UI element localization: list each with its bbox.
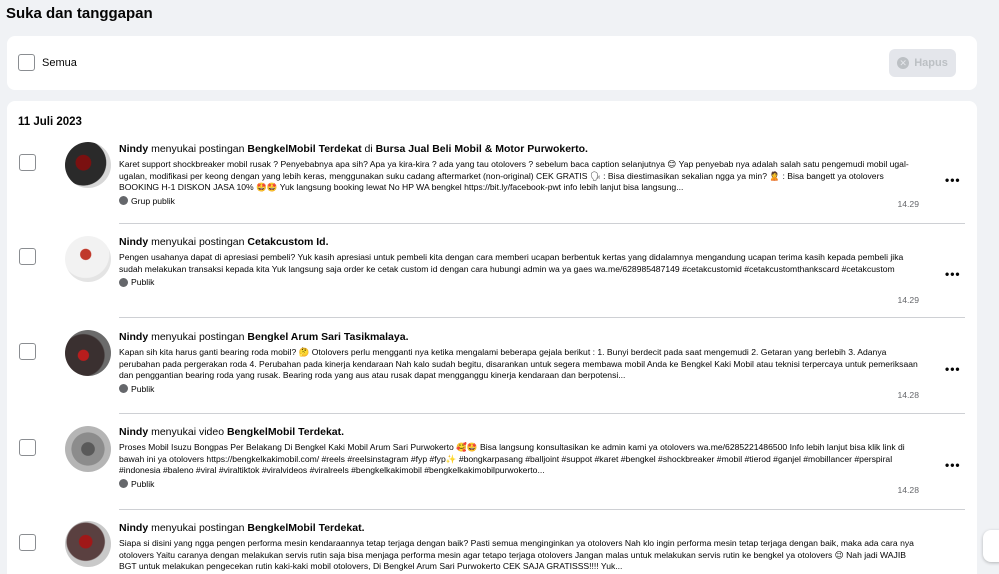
x-circle-icon: ✕ bbox=[897, 57, 910, 69]
post-thumbnail[interactable] bbox=[65, 142, 111, 188]
more-horizontal-icon[interactable]: ••• bbox=[945, 173, 961, 187]
item-headline: Nindy menyukai postingan BengkelMobil Te… bbox=[119, 522, 365, 534]
delete-button[interactable]: ✕ Hapus bbox=[889, 49, 956, 77]
divider bbox=[119, 413, 965, 414]
item-headline: Nindy menyukai postingan Bengkel Arum Sa… bbox=[119, 331, 409, 343]
privacy-label: Publik bbox=[119, 479, 919, 489]
divider bbox=[119, 317, 965, 318]
item-headline: Nindy menyukai postingan BengkelMobil Te… bbox=[119, 143, 588, 155]
more-horizontal-icon[interactable]: ••• bbox=[945, 267, 961, 281]
item-content[interactable]: Nindy menyukai postingan BengkelMobil Te… bbox=[119, 143, 919, 206]
privacy-label: Publik bbox=[119, 384, 919, 394]
item-content[interactable]: Nindy menyukai postingan Bengkel Arum Sa… bbox=[119, 331, 919, 394]
list-item: Nindy menyukai postingan Cetakcustom Id.… bbox=[7, 235, 977, 315]
activity-list: 11 Juli 2023 Nindy menyukai postingan Be… bbox=[7, 101, 977, 574]
item-text: Pengen usahanya dapat di apresiasi pembe… bbox=[119, 252, 904, 274]
item-content[interactable]: Nindy menyukai postingan Cetakcustom Id.… bbox=[119, 236, 919, 287]
list-item: Nindy menyukai postingan BengkelMobil Te… bbox=[7, 521, 977, 574]
post-thumbnail[interactable] bbox=[65, 236, 111, 282]
item-content[interactable]: Nindy menyukai video BengkelMobil Terdek… bbox=[119, 426, 919, 489]
post-thumbnail[interactable] bbox=[65, 426, 111, 472]
delete-button-label: Hapus bbox=[914, 57, 948, 69]
more-horizontal-icon[interactable]: ••• bbox=[945, 458, 961, 472]
more-horizontal-icon[interactable]: ••• bbox=[945, 362, 961, 376]
item-text: Kapan sih kita harus ganti bearing roda … bbox=[119, 347, 918, 380]
item-headline: Nindy menyukai video BengkelMobil Terdek… bbox=[119, 426, 345, 438]
select-all-checkbox[interactable] bbox=[18, 54, 35, 71]
item-checkbox[interactable] bbox=[19, 439, 36, 456]
item-text: Karet support shockbreaker mobil rusak ?… bbox=[119, 159, 909, 192]
divider bbox=[119, 509, 965, 510]
divider bbox=[119, 223, 965, 224]
item-checkbox[interactable] bbox=[19, 154, 36, 171]
item-headline: Nindy menyukai postingan Cetakcustom Id. bbox=[119, 236, 329, 248]
item-checkbox[interactable] bbox=[19, 248, 36, 265]
globe-icon bbox=[119, 479, 128, 488]
item-text: Siapa si disini yang ngga pengen perform… bbox=[119, 538, 914, 571]
list-item: Nindy menyukai video BengkelMobil Terdek… bbox=[7, 425, 977, 509]
globe-icon bbox=[119, 384, 128, 393]
page-title: Suka dan tanggapan bbox=[6, 5, 153, 22]
list-item: Nindy menyukai postingan Bengkel Arum Sa… bbox=[7, 329, 977, 413]
list-item: Nindy menyukai postingan BengkelMobil Te… bbox=[7, 142, 977, 223]
item-time: 14.28 bbox=[897, 485, 919, 495]
item-time: 14.29 bbox=[897, 295, 919, 305]
floating-button[interactable] bbox=[983, 530, 999, 562]
post-thumbnail[interactable] bbox=[65, 330, 111, 376]
filter-bar: Semua ✕ Hapus bbox=[7, 36, 977, 90]
post-thumbnail[interactable] bbox=[65, 521, 111, 567]
item-text: Proses Mobil Isuzu Bongpas Per Belakang … bbox=[119, 442, 905, 475]
item-checkbox[interactable] bbox=[19, 534, 36, 551]
privacy-label: Publik bbox=[119, 277, 919, 287]
globe-icon bbox=[119, 196, 128, 205]
privacy-label: Grup publik bbox=[119, 196, 919, 206]
item-checkbox[interactable] bbox=[19, 343, 36, 360]
globe-icon bbox=[119, 277, 128, 287]
date-heading: 11 Juli 2023 bbox=[18, 116, 82, 128]
item-time: 14.29 bbox=[897, 199, 919, 209]
item-content[interactable]: Nindy menyukai postingan BengkelMobil Te… bbox=[119, 522, 919, 573]
item-time: 14.28 bbox=[897, 390, 919, 400]
select-all-label: Semua bbox=[42, 57, 77, 69]
